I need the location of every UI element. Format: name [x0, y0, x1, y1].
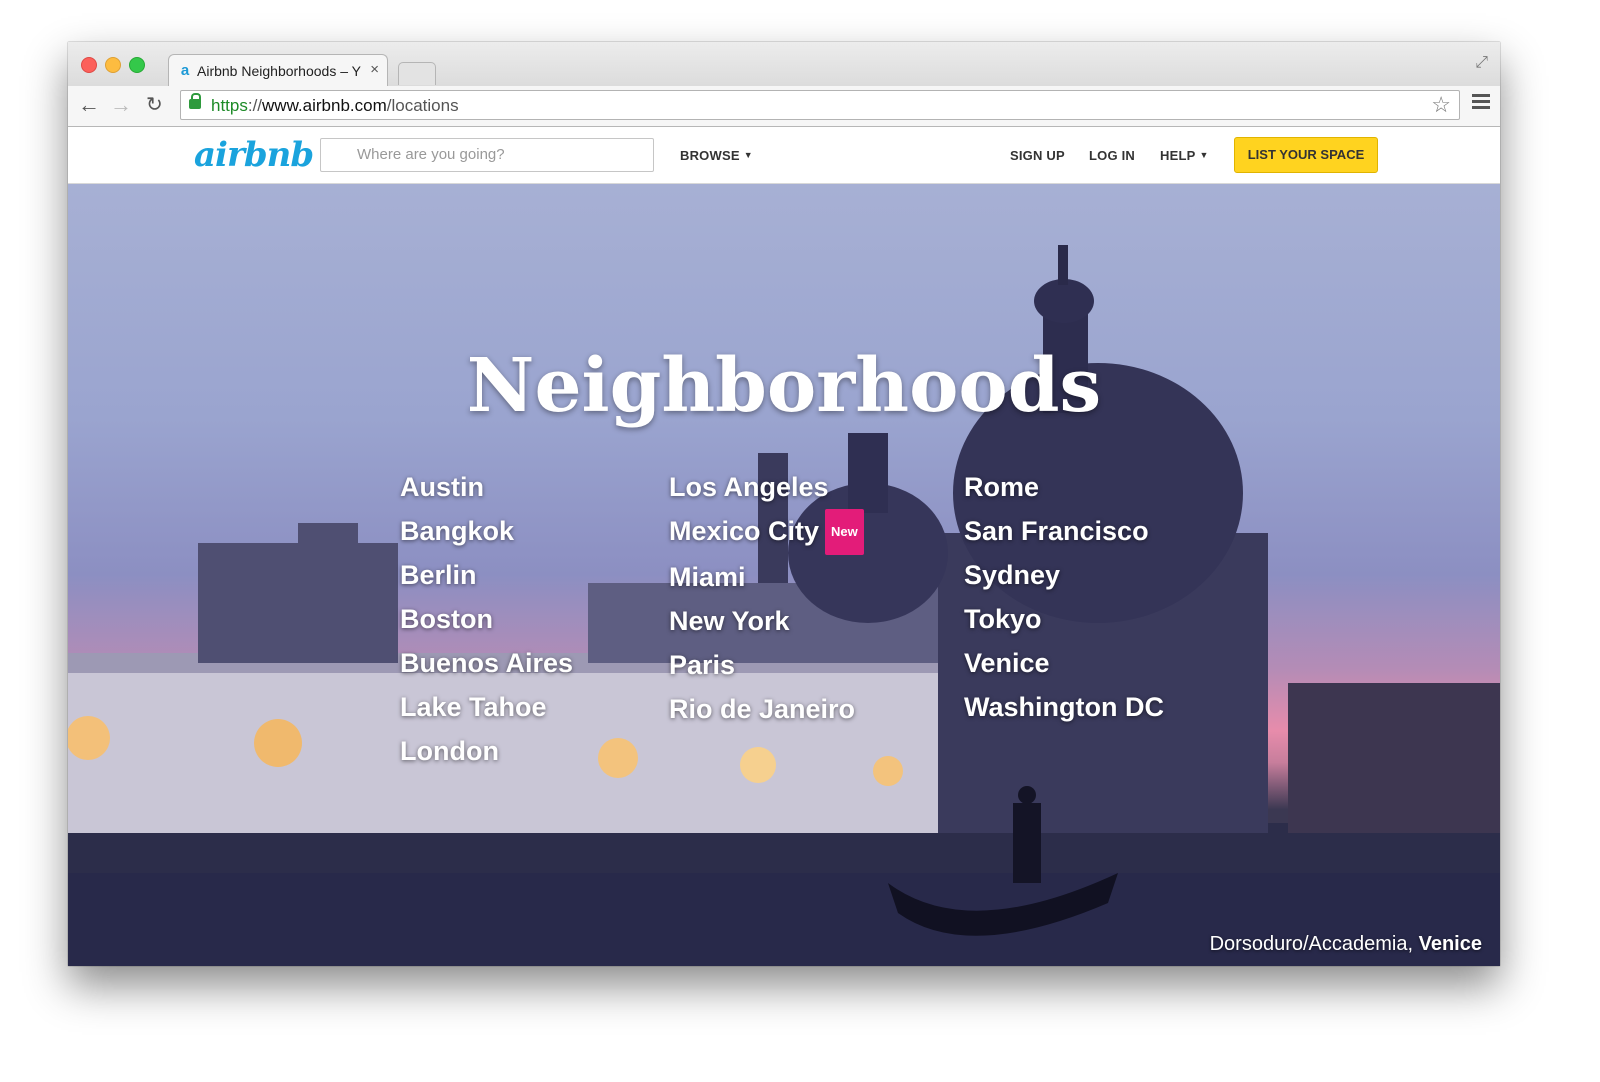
city-link[interactable]: Boston	[400, 597, 573, 641]
browser-window: a Airbnb Neighborhoods – Y × ⤢ ← → ↻ htt…	[68, 42, 1500, 966]
city-link[interactable]: Miami	[669, 555, 864, 599]
city-link[interactable]: Austin	[400, 465, 573, 509]
lock-icon	[189, 93, 201, 109]
new-tab-button[interactable]	[398, 62, 436, 85]
site-header: airbnb Where are you going? BROWSE ▼ SIGN…	[68, 127, 1500, 184]
tab-title: Airbnb Neighborhoods – Y	[197, 63, 361, 79]
city-link[interactable]: Rome	[964, 465, 1164, 509]
minimize-window-button[interactable]	[105, 57, 121, 73]
city-link[interactable]: Tokyo	[964, 597, 1164, 641]
city-link[interactable]: Bangkok	[400, 509, 573, 553]
back-arrow-icon[interactable]: ←	[78, 92, 100, 118]
search-input[interactable]: Where are you going?	[320, 138, 654, 172]
bookmark-star-icon[interactable]: ☆	[1431, 92, 1451, 118]
city-link[interactable]: Washington DC	[964, 685, 1164, 729]
city-link[interactable]: Lake Tahoe	[400, 685, 573, 729]
city-link[interactable]: San Francisco	[964, 509, 1164, 553]
city-link[interactable]: New York	[669, 599, 864, 643]
browse-menu[interactable]: BROWSE ▼	[680, 148, 753, 163]
caption-neighborhood[interactable]: Dorsoduro/Accademia,	[1210, 933, 1413, 955]
chevron-down-icon: ▼	[743, 150, 753, 160]
forward-arrow-icon[interactable]: →	[110, 92, 132, 118]
help-menu[interactable]: HELP ▼	[1160, 148, 1209, 163]
city-link[interactable]: Paris	[669, 643, 864, 687]
city-link[interactable]: London	[400, 729, 573, 773]
city-link[interactable]: Los Angeles	[669, 465, 864, 509]
list-your-space-button[interactable]: LIST YOUR SPACE	[1234, 137, 1378, 173]
hero-background: Neighborhoods Austin Bangkok Berlin Bost…	[68, 183, 1500, 966]
city-column-1: Austin Bangkok Berlin Boston Buenos Aire…	[400, 465, 573, 773]
page-title: Neighborhoods	[466, 343, 1102, 429]
browser-titlebar: a Airbnb Neighborhoods – Y × ⤢	[68, 42, 1500, 87]
log-in-link[interactable]: LOG IN	[1089, 148, 1135, 163]
city-link[interactable]: Venice	[964, 641, 1164, 685]
photo-caption[interactable]: Dorsoduro/Accademia, Venice	[1210, 933, 1482, 956]
browser-toolbar: ← → ↻ https://www.airbnb.com/locations ☆	[68, 86, 1500, 127]
city-column-2: Los Angeles Mexico City New Miami New Yor…	[669, 465, 864, 731]
new-badge: New	[825, 509, 864, 555]
chevron-down-icon: ▼	[1199, 150, 1209, 160]
city-column-3: Rome San Francisco Sydney Tokyo Venice W…	[964, 465, 1164, 729]
city-link[interactable]: Sydney	[964, 553, 1164, 597]
browser-tab[interactable]: a Airbnb Neighborhoods – Y ×	[168, 54, 388, 87]
fullscreen-icon[interactable]: ⤢	[1475, 54, 1488, 72]
url-text: https://www.airbnb.com/locations	[211, 96, 459, 115]
airbnb-favicon-icon: a	[180, 62, 190, 79]
city-link[interactable]: Rio de Janeiro	[669, 687, 864, 731]
city-link-label[interactable]: Mexico City	[669, 516, 819, 546]
page-viewport: airbnb Where are you going? BROWSE ▼ SIGN…	[68, 127, 1500, 966]
zoom-window-button[interactable]	[129, 57, 145, 73]
sign-up-link[interactable]: SIGN UP	[1010, 148, 1065, 163]
caption-city[interactable]: Venice	[1419, 933, 1482, 955]
address-bar[interactable]: https://www.airbnb.com/locations ☆	[180, 90, 1460, 120]
city-link-with-badge[interactable]: Mexico City New	[669, 509, 864, 555]
city-link[interactable]: Berlin	[400, 553, 573, 597]
hamburger-menu-icon[interactable]	[1472, 94, 1490, 112]
tab-close-icon[interactable]: ×	[370, 61, 379, 78]
city-link[interactable]: Buenos Aires	[400, 641, 573, 685]
airbnb-logo[interactable]: airbnb	[194, 135, 314, 175]
close-window-button[interactable]	[81, 57, 97, 73]
reload-icon[interactable]: ↻	[146, 92, 163, 118]
